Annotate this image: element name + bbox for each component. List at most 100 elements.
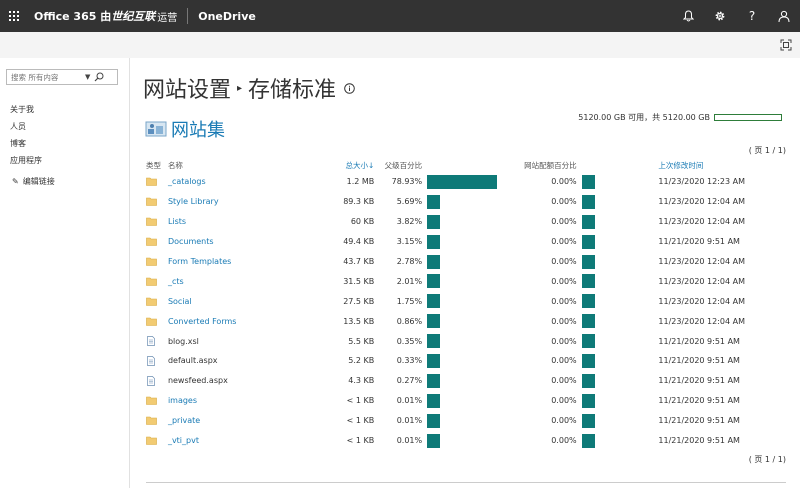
quota-percent-bar: [581, 194, 595, 209]
item-parent-percent: 0.27%: [396, 376, 423, 386]
item-last-modified: 11/23/2020 12:04 AM: [658, 197, 746, 207]
item-parent-percent: 2.78%: [396, 257, 423, 266]
quota-bar-cell: [577, 174, 657, 189]
quota-bar-cell: [577, 433, 657, 448]
file-icon: [147, 375, 155, 386]
quota-bar-cell: [577, 194, 657, 209]
type-cell: [146, 257, 168, 266]
item-name[interactable]: Form Templates: [168, 257, 308, 266]
item-name[interactable]: _cts: [168, 277, 308, 286]
gear-icon: [715, 11, 725, 21]
info-icon[interactable]: [344, 82, 355, 94]
nav-item-apps[interactable]: 应用程序: [10, 152, 42, 169]
type-cell: [146, 297, 168, 306]
item-parent-percent: 1.75%: [396, 296, 423, 306]
folder-icon: [146, 178, 157, 187]
site-collection-link[interactable]: 网站集: [171, 116, 225, 142]
focus-on-content-icon[interactable]: [780, 39, 792, 51]
type-cell: [146, 396, 168, 406]
item-name[interactable]: Style Library: [168, 197, 308, 206]
notifications-button[interactable]: [672, 0, 704, 32]
item-name[interactable]: Social: [168, 297, 308, 306]
item-name[interactable]: _vti_pvt: [168, 436, 308, 445]
quota-text: 5120.00 GB 可用，共 5120.00 GB: [578, 113, 710, 122]
quota-percent-bar: [581, 174, 595, 189]
item-name[interactable]: Lists: [168, 217, 308, 226]
item-name: default.aspx: [167, 356, 218, 366]
quota-bar-cell: [577, 234, 657, 249]
quota-percent-bar: [581, 433, 595, 448]
waffle-icon: [9, 11, 19, 21]
nav-list: 关于我 人员 博客 应用程序: [10, 101, 42, 169]
item-name[interactable]: images: [168, 396, 308, 405]
settings-button[interactable]: [704, 0, 736, 32]
search-input[interactable]: [7, 72, 83, 82]
item-parent-percent: 0.01%: [396, 416, 423, 426]
item-size: 60 KB: [350, 217, 375, 227]
item-name[interactable]: _catalogs: [168, 177, 308, 186]
pager-top: ( 页 1 / 1): [748, 146, 786, 155]
office-brand[interactable]: Office 365 由 世纪互联 运营: [34, 8, 177, 24]
item-parent-percent: 0.01%: [396, 436, 423, 446]
edit-links-label: 编辑链接: [22, 177, 55, 186]
parent-percent-bar: [427, 373, 441, 388]
col-header-type: 类型: [146, 160, 161, 170]
parent-bar-cell: [422, 413, 520, 428]
item-name[interactable]: Documents: [168, 237, 308, 246]
suite-bar: Office 365 由 世纪互联 运营 OneDrive ?: [0, 0, 800, 32]
app-launcher-button[interactable]: [0, 0, 28, 32]
search-icon[interactable]: [94, 72, 104, 82]
quota-percent-bar: [581, 314, 595, 329]
item-size: 5.2 KB: [348, 356, 375, 366]
table-row: Style Library 89.3 KB 5.69% 0.00% 11/23/2020…: [146, 192, 786, 212]
item-name[interactable]: _private: [168, 416, 308, 425]
brand-suffix: 运营: [157, 12, 178, 24]
parent-bar-cell: [422, 393, 520, 408]
col-header-total-size[interactable]: 总大小↓: [308, 160, 374, 171]
nav-item-about-me[interactable]: 关于我: [10, 101, 42, 118]
search-scope-dropdown-icon[interactable]: ▼: [85, 73, 90, 81]
item-quota-percent: 0.00%: [551, 416, 577, 426]
parent-bar-cell: [422, 294, 520, 309]
item-parent-percent: 2.01%: [396, 276, 423, 286]
quota-bar-cell: [577, 274, 657, 289]
item-size: 27.5 KB: [343, 296, 375, 306]
parent-percent-bar: [427, 194, 441, 209]
col-header-last-modified[interactable]: 上次修改时间: [656, 160, 786, 171]
type-cell: [146, 277, 168, 286]
table-row: _private < 1 KB 0.01% 0.00% 11/21/2020 9:51 …: [146, 411, 786, 431]
parent-percent-bar: [427, 393, 441, 408]
parent-bar-cell: [422, 334, 520, 349]
folder-icon: [146, 257, 157, 266]
quota-bar: [714, 114, 782, 121]
item-quota-percent: 0.00%: [551, 396, 577, 406]
nav-item-blog[interactable]: 博客: [10, 135, 42, 152]
parent-bar-cell: [422, 433, 520, 448]
account-button[interactable]: [768, 0, 800, 32]
help-icon: ?: [748, 9, 756, 23]
table-row: _vti_pvt < 1 KB 0.01% 0.00% 11/21/2020 9:51 …: [146, 431, 786, 451]
edit-links-button[interactable]: ✎ 编辑链接: [12, 176, 55, 187]
item-last-modified: 11/23/2020 12:04 AM: [658, 257, 746, 266]
type-cell: [146, 416, 168, 425]
quota-percent-bar: [581, 294, 595, 309]
item-size: 1.2 MB: [346, 177, 375, 187]
brand-separator: [187, 8, 189, 24]
parent-percent-bar: [427, 234, 441, 249]
col-header-quota-percent: 网站配额百分比: [524, 160, 577, 170]
help-button[interactable]: ?: [736, 0, 768, 32]
item-name[interactable]: Converted Forms: [168, 317, 308, 326]
quota-percent-bar: [581, 214, 595, 229]
table-body: _catalogs 1.2 MB 78.93% 0.00% 11/23/2020 12:…: [146, 172, 786, 450]
quota-percent-bar: [581, 373, 595, 388]
item-last-modified: 11/21/2020 9:51 AM: [658, 336, 740, 346]
item-quota-percent: 0.00%: [551, 237, 577, 247]
search-box: ▼: [6, 69, 118, 85]
item-last-modified: 11/21/2020 9:51 AM: [658, 356, 740, 366]
user-icon: [778, 10, 790, 22]
app-name-onedrive[interactable]: OneDrive: [198, 10, 256, 23]
type-cell: [146, 317, 168, 326]
quota-bar-cell: [577, 334, 657, 349]
title-site-settings[interactable]: 网站设置: [143, 72, 231, 104]
nav-item-people[interactable]: 人员: [10, 118, 42, 135]
